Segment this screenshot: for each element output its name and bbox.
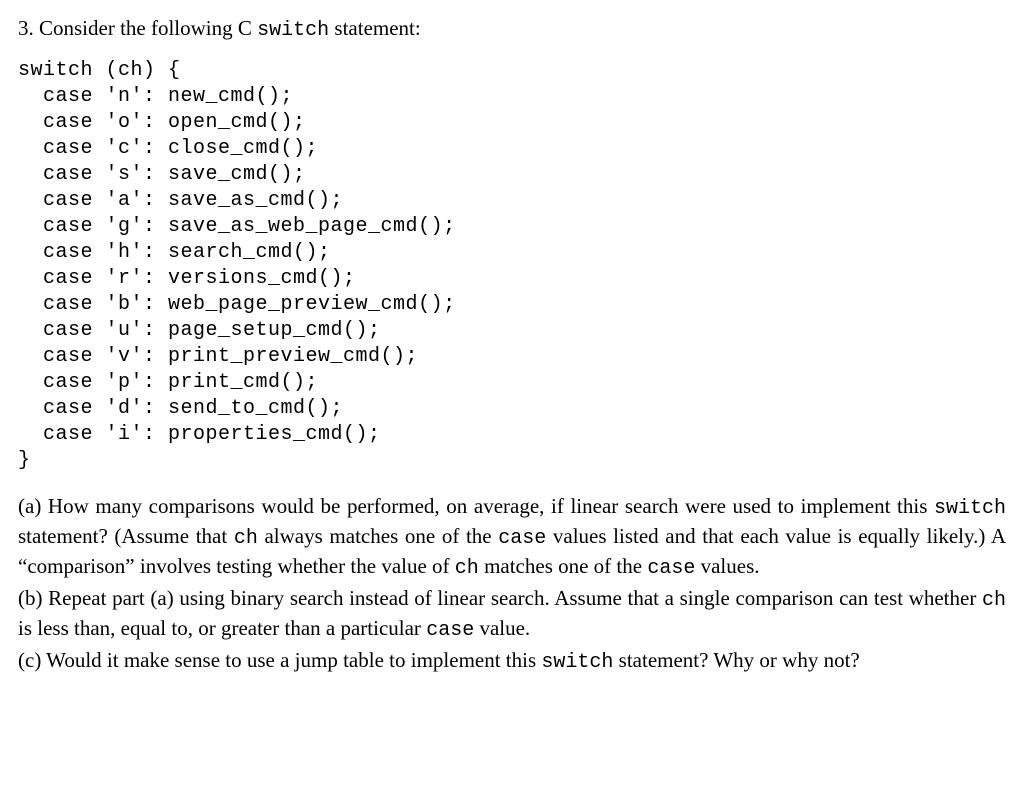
- question-b: (b) Repeat part (a) using binary search …: [18, 584, 1006, 644]
- intro-text-2: statement:: [329, 16, 421, 40]
- intro-text-1: Consider the following C: [34, 16, 257, 40]
- code-listing: switch (ch) { case 'n': new_cmd(); case …: [18, 58, 1006, 474]
- problem-intro: 3. Consider the following C switch state…: [18, 14, 1006, 44]
- code-foot: }: [18, 449, 31, 472]
- code-head: switch (ch) {: [18, 59, 181, 82]
- questions-block: (a) How many comparisons would be perfor…: [18, 492, 1006, 676]
- question-c: (c) Would it make sense to use a jump ta…: [18, 646, 1006, 676]
- question-a: (a) How many comparisons would be perfor…: [18, 492, 1006, 582]
- intro-code-word: switch: [257, 19, 329, 42]
- problem-number: 3.: [18, 16, 34, 40]
